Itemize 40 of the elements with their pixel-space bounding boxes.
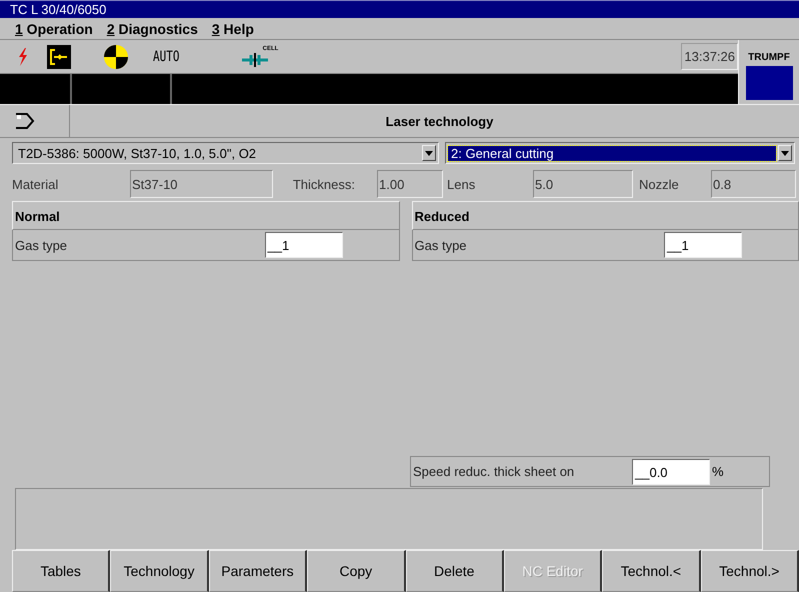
softkey-button[interactable]: Parameters (208, 550, 308, 592)
field-label: Lens (446, 176, 476, 192)
menu-item[interactable]: 1 Operation (15, 20, 93, 36)
value-field: 1.00 (377, 170, 443, 198)
logo-square (746, 66, 792, 100)
bracket-icon[interactable] (47, 44, 71, 68)
input-field[interactable]: __0.0 (632, 458, 710, 484)
brand-label: TRUMPF (748, 52, 790, 63)
softkey-button[interactable]: Delete (406, 550, 504, 592)
field-label: Material (12, 176, 60, 192)
technology-dropdown[interactable]: 2: General cutting (445, 142, 795, 164)
target-icon[interactable] (103, 44, 129, 70)
exit-icon[interactable] (14, 112, 36, 130)
menu-item[interactable]: 3 Help (212, 20, 254, 36)
value-field: 0.8 (711, 170, 796, 198)
softkey-button[interactable]: Tables (12, 550, 110, 592)
value-field: St37-10 (130, 170, 273, 198)
section-title: Normal (15, 209, 60, 224)
menu-item[interactable]: 2 Diagnostics (106, 20, 198, 36)
window-title: TC L 30/40/6050 (10, 2, 106, 17)
mode-label: AUTO (153, 48, 180, 65)
field-label: Speed reduc. thick sheet on (412, 464, 576, 479)
softkey-button[interactable]: Technology (110, 550, 209, 592)
value-field: 5.0 (533, 170, 633, 198)
softkey-button[interactable]: Technol.< (602, 550, 701, 592)
section-title: Reduced (414, 209, 470, 224)
unit-label: % (711, 464, 725, 479)
field-label: Nozzle (638, 176, 680, 192)
screen-title: Laser technology (386, 114, 494, 128)
technology-dropdown[interactable]: T2D-5386: 5000W, St37-10, 1.0, 5.0", O2 (12, 142, 439, 164)
input-field[interactable]: __1 (664, 232, 742, 258)
softkey-button[interactable]: Technol.> (700, 550, 799, 592)
field-label: Thickness: (292, 176, 356, 192)
field-label: Gas type (414, 238, 468, 252)
softkey-button[interactable]: Copy (307, 550, 406, 592)
input-field[interactable]: __1 (264, 232, 342, 258)
field-label: Gas type (14, 238, 68, 252)
status-panel (0, 74, 70, 104)
lightning-icon[interactable] (17, 48, 29, 66)
clock: 13:37:26 (681, 43, 738, 70)
